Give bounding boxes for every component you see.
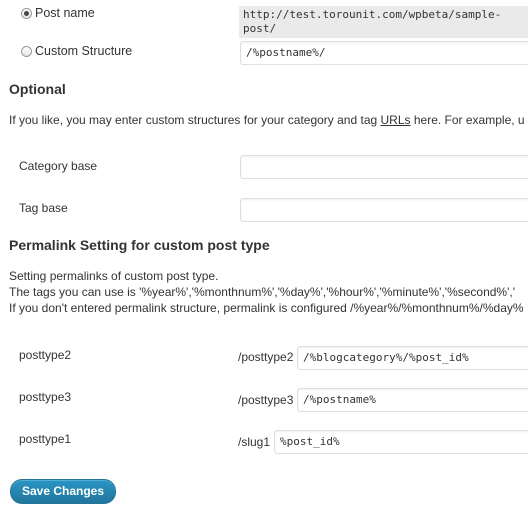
posttype1-structure-input[interactable]: %post_id% (274, 430, 528, 454)
custom-structure-label: Custom Structure (35, 44, 133, 58)
save-changes-button[interactable]: Save Changes (10, 479, 116, 504)
optional-description-urls: URLs (380, 113, 411, 127)
post-name-example-url: http://test.torounit.com/wpbeta/sample-p… (239, 6, 528, 38)
optional-description-suffix: here. For example, u (410, 113, 525, 127)
optional-description: If you like, you may enter custom struct… (9, 112, 525, 128)
custom-post-type-description-3: If you don't entered permalink structure… (9, 301, 524, 315)
posttype3-structure-input[interactable]: /%postname% (297, 388, 528, 412)
custom-post-type-heading: Permalink Setting for custom post type (9, 237, 270, 253)
custom-structure-input[interactable]: /%postname%/ (240, 41, 528, 65)
custom-structure-radio[interactable] (21, 46, 32, 57)
posttype-row-label: posttype1 (19, 432, 72, 446)
post-name-radio[interactable] (21, 8, 32, 19)
category-base-input[interactable] (240, 155, 528, 179)
tag-base-label: Tag base (19, 201, 68, 215)
posttype2-structure-input[interactable]: /%blogcategory%/%post_id% (297, 346, 528, 370)
custom-post-type-description-1: Setting permalinks of custom post type. (9, 269, 219, 283)
custom-post-type-description-2: The tags you can use is '%year%','%month… (9, 285, 516, 299)
tag-base-input[interactable] (240, 198, 528, 222)
optional-heading: Optional (9, 81, 66, 97)
post-name-label: Post name (35, 6, 95, 20)
posttype-row-label: posttype2 (19, 348, 72, 362)
category-base-label: Category base (19, 159, 98, 173)
posttype-row-prefix: /slug1 (238, 435, 271, 449)
posttype-row-prefix: /posttype2 (238, 350, 294, 364)
posttype-row-prefix: /posttype3 (238, 393, 294, 407)
optional-description-prefix: If you like, you may enter custom struct… (9, 113, 381, 127)
posttype-row-label: posttype3 (19, 390, 72, 404)
